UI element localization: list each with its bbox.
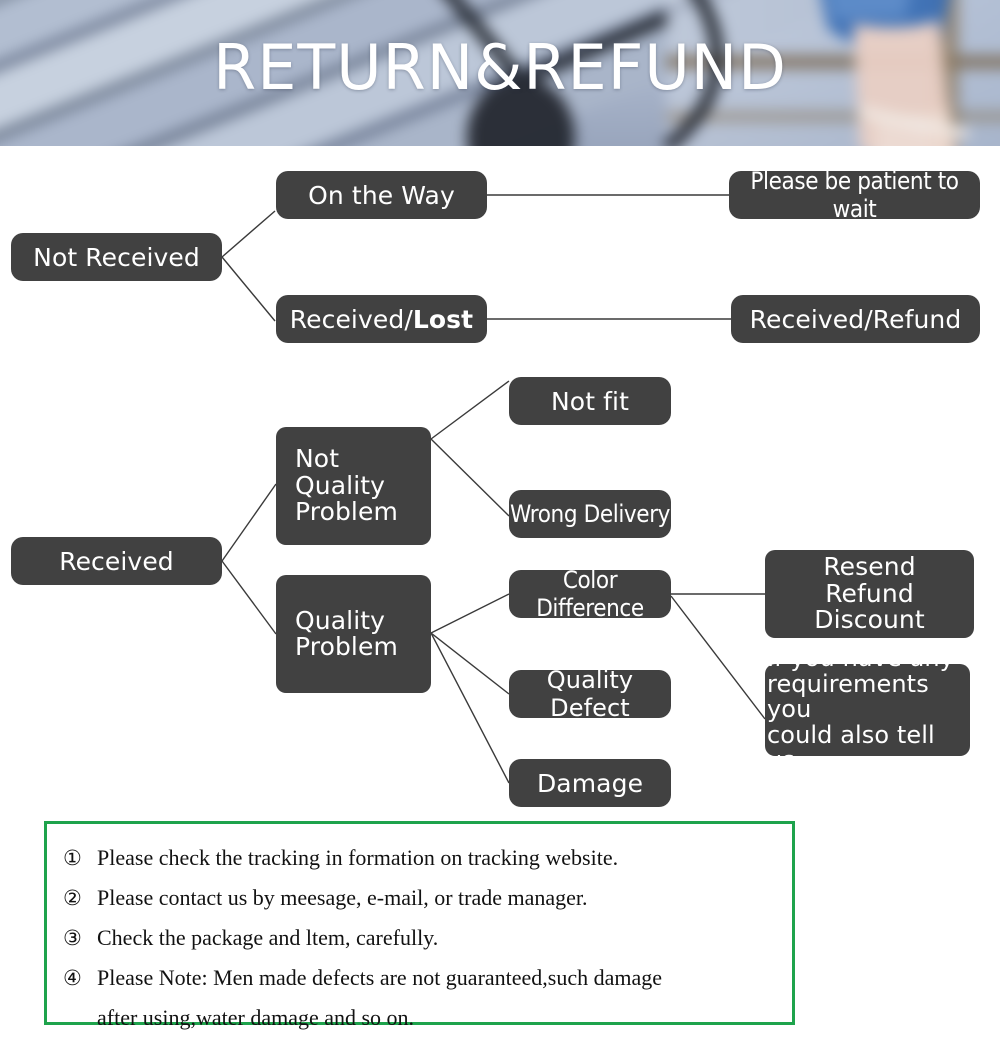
node-received-lost-prefix: Received/ <box>289 304 413 334</box>
node-not-received[interactable]: Not Received <box>11 233 222 281</box>
node-received-label: Received <box>59 546 174 576</box>
node-received[interactable]: Received <box>11 537 222 585</box>
note-text-2: Please contact us by meesage, e-mail, or… <box>97 885 588 910</box>
node-not-fit[interactable]: Not fit <box>509 377 671 425</box>
node-received-lost[interactable]: Received/Lost <box>276 295 487 343</box>
note-item: ④ Please Note: Men made defects are not … <box>63 958 782 998</box>
note-number-3: ③ <box>63 926 82 950</box>
note-text-3: Check the package and ltem, carefully. <box>97 925 439 950</box>
node-on-the-way-label: On the Way <box>308 180 455 210</box>
note-item: ② Please contact us by meesage, e-mail, … <box>63 878 782 918</box>
node-any-requirements-label: If you have any requirements you could a… <box>767 644 955 775</box>
node-any-requirements[interactable]: If you have any requirements you could a… <box>765 646 970 773</box>
note-text-4: Please Note: Men made defects are not gu… <box>97 965 663 990</box>
header-banner: RETURN&REFUND <box>0 0 1000 146</box>
note-number-4: ④ <box>63 966 82 990</box>
node-color-difference-label: Color Difference <box>536 566 644 622</box>
return-refund-page: RETURN&REFUND Not Received On the Way Re… <box>0 0 1000 1052</box>
node-please-be-patient-label: Please be patient to wait <box>750 167 959 223</box>
note-number-2: ② <box>63 886 82 910</box>
note-item: ③ Check the package and ltem, carefully. <box>63 918 782 958</box>
node-not-received-label: Not Received <box>33 242 200 272</box>
node-quality-problem[interactable]: Quality Problem <box>276 575 431 693</box>
node-please-be-patient[interactable]: Please be patient to wait <box>729 167 980 223</box>
node-not-quality-problem-label: Not Quality Problem <box>295 444 398 527</box>
node-not-fit-label: Not fit <box>551 386 629 416</box>
node-received-refund[interactable]: Received/Refund <box>731 295 980 343</box>
note-text-1: Please check the tracking in formation o… <box>97 845 619 870</box>
note-text-4-continuation: after using,water damage and so on. <box>97 1005 415 1030</box>
returns-flowchart: Not Received On the Way Received/Lost Pl… <box>0 146 1000 826</box>
node-quality-problem-label: Quality Problem <box>295 605 398 661</box>
node-quality-defect[interactable]: Quality Defect <box>509 666 671 722</box>
node-not-quality-problem[interactable]: Not Quality Problem <box>276 427 431 545</box>
node-on-the-way[interactable]: On the Way <box>276 171 487 219</box>
node-resend-refund-discount-label: Resend Refund Discount <box>814 552 925 635</box>
node-damage-label: Damage <box>536 768 644 798</box>
node-received-lost-label: Received/Lost <box>276 305 487 334</box>
node-wrong-delivery-label: Wrong Delivery <box>509 500 671 528</box>
node-damage[interactable]: Damage <box>509 759 671 807</box>
node-received-lost-emphasis: Lost <box>412 304 474 334</box>
notes-box: ① Please check the tracking in formation… <box>44 821 795 1030</box>
node-received-refund-label: Received/Refund <box>749 304 962 334</box>
note-number-1: ① <box>63 846 82 870</box>
node-color-difference[interactable]: Color Difference <box>509 566 671 622</box>
node-wrong-delivery[interactable]: Wrong Delivery <box>509 490 671 538</box>
note-item: ① Please check the tracking in formation… <box>63 838 782 878</box>
node-quality-defect-label: Quality Defect <box>546 666 634 722</box>
page-title: RETURN&REFUND <box>213 31 787 104</box>
node-resend-refund-discount[interactable]: Resend Refund Discount <box>765 550 974 638</box>
